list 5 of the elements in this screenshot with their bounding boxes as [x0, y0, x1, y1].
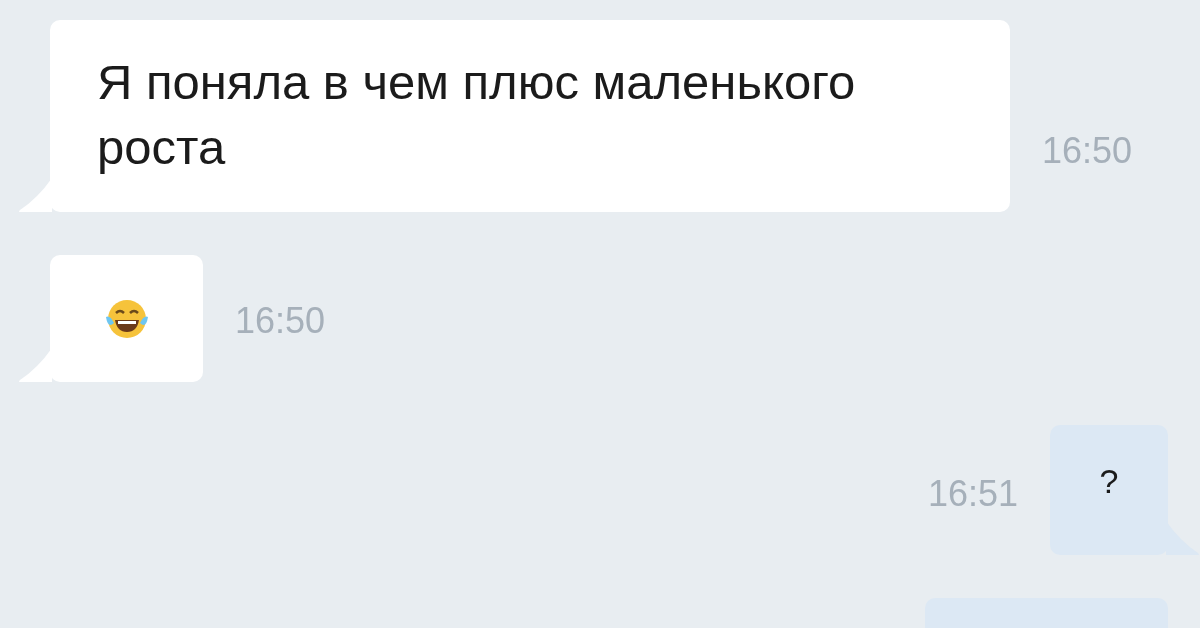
message-time: 16:51	[927, 472, 1018, 516]
message-text: ?	[1099, 461, 1119, 502]
message-text: Я поняла в чем плюс маленького роста	[97, 55, 856, 174]
message-time: 16:50	[1042, 129, 1133, 173]
message-time: 16:50	[235, 299, 326, 343]
